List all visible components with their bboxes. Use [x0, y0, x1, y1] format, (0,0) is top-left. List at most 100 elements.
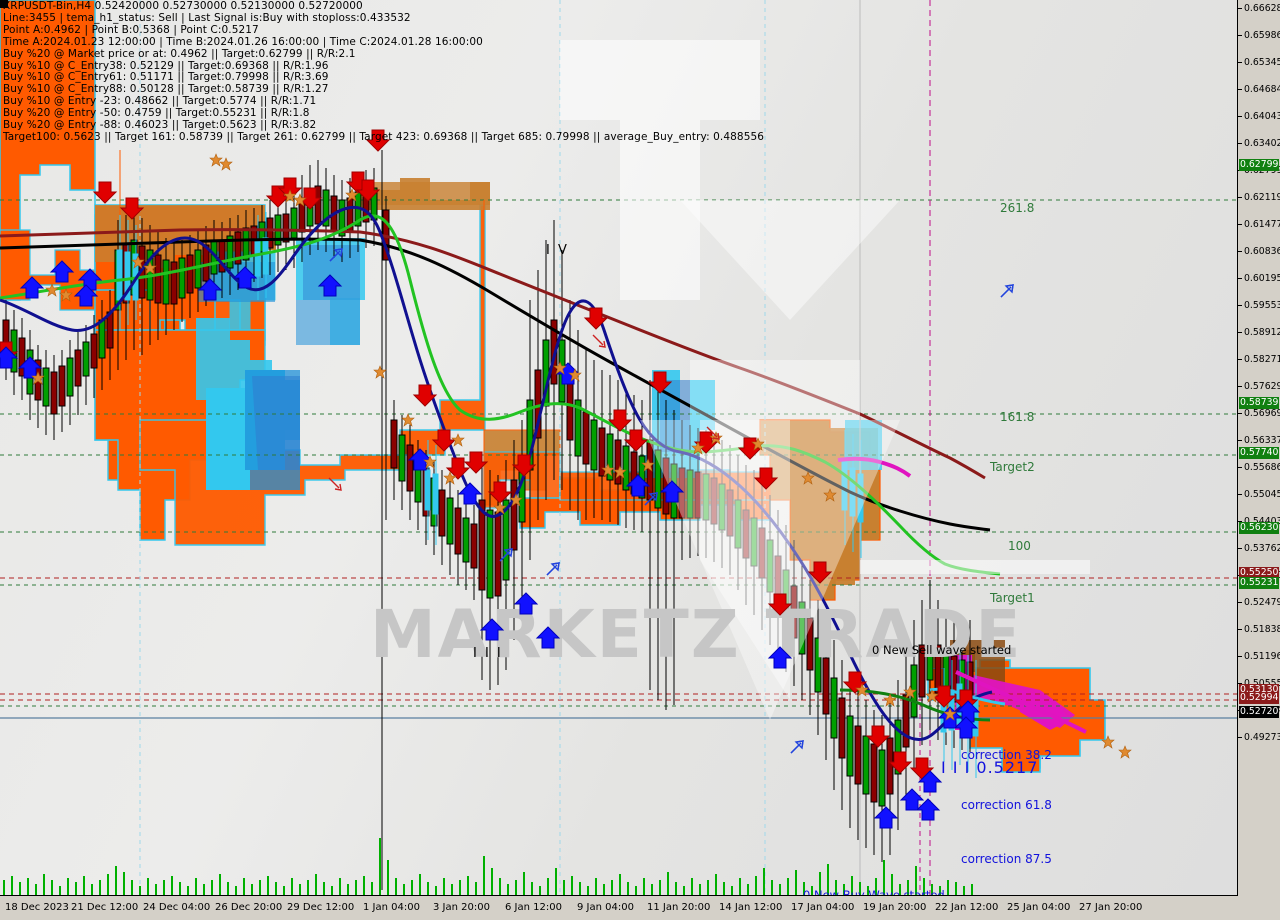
price-tick: 0.55686	[1238, 462, 1280, 473]
sell-arrows	[0, 129, 978, 780]
price-tick-label: 0.49273	[1244, 732, 1280, 743]
price-tick: 0.55045	[1238, 489, 1280, 500]
time-tick-label: 6 Jan 12:00	[505, 902, 562, 913]
price-tick: 0.66628	[1238, 3, 1280, 14]
price-marker-label[interactable]: 0.62799	[1239, 159, 1280, 171]
sell-wave-event-label: 0 New Sell wave started	[872, 643, 1012, 657]
price-tick-label: 0.66628	[1244, 3, 1280, 14]
time-tick-label: 1 Jan 04:00	[363, 902, 420, 913]
price-tick-label: 0.63402	[1244, 138, 1280, 149]
tick-mark	[1238, 602, 1242, 603]
price-tick: 0.51196	[1238, 651, 1280, 662]
price-marker-label[interactable]: 0.57740	[1239, 447, 1280, 459]
price-marker-label[interactable]: 0.52720	[1239, 706, 1280, 718]
price-tick: 0.56969	[1238, 408, 1280, 419]
price-tick-label: 0.55686	[1244, 462, 1280, 473]
price-tick-label: 0.60195	[1244, 273, 1280, 284]
time-tick-label: 9 Jan 04:00	[577, 902, 634, 913]
readout-line: Target100: 0.5623 || Target 161: 0.58739…	[3, 130, 765, 143]
tick-mark	[1238, 629, 1242, 630]
tick-mark	[1238, 440, 1242, 441]
price-tick: 0.65345	[1238, 57, 1280, 68]
price-tick: 0.56337	[1238, 435, 1280, 446]
tick-mark	[1238, 35, 1242, 36]
price-tick: 0.65986	[1238, 30, 1280, 41]
tick-mark	[1238, 413, 1242, 414]
time-tick-label: 25 Jan 04:00	[1007, 902, 1071, 913]
price-marker-label[interactable]: 0.58739	[1239, 397, 1280, 409]
price-tick: 0.63402	[1238, 138, 1280, 149]
tick-mark	[1238, 467, 1242, 468]
tick-mark	[1238, 251, 1242, 252]
price-tick: 0.64684	[1238, 84, 1280, 95]
price-tick: 0.61477	[1238, 219, 1280, 230]
time-tick-label: 17 Jan 04:00	[791, 902, 855, 913]
price-tick: 0.49273	[1238, 732, 1280, 743]
price-tick-label: 0.65986	[1244, 30, 1280, 41]
tick-mark	[1238, 332, 1242, 333]
tick-mark	[1238, 116, 1242, 117]
tick-mark	[1238, 737, 1242, 738]
chart-readout-panel: XRPUSDT-Bin,H4 0.52420000 0.52730000 0.5…	[0, 0, 764, 144]
tick-mark	[1238, 305, 1242, 306]
price-tick-label: 0.51838	[1244, 624, 1280, 635]
price-tick-label: 0.59553	[1244, 300, 1280, 311]
target2-label: Target2	[990, 460, 1035, 474]
price-tick-label: 0.65345	[1244, 57, 1280, 68]
time-tick-label: 3 Jan 20:00	[433, 902, 490, 913]
price-tick-label: 0.64684	[1244, 84, 1280, 95]
tick-mark	[1238, 62, 1242, 63]
tick-mark	[1238, 8, 1242, 9]
price-axis[interactable]: 0.66628 0.65986 0.65345 0.64684 0.64043 0.634…	[1237, 0, 1280, 896]
time-tick-label: 26 Dec 20:00	[215, 902, 283, 913]
price-tick-label: 0.51196	[1244, 651, 1280, 662]
price-tick-label: 0.56337	[1244, 435, 1280, 446]
price-tick-label: 0.60836	[1244, 246, 1280, 257]
fib-label-2618: 261.8	[1000, 201, 1035, 215]
fib-label-1618: 161.8	[1000, 410, 1035, 424]
price-tick-label: 0.52479	[1244, 597, 1280, 608]
price-tick: 0.52479	[1238, 597, 1280, 608]
star-markers	[31, 153, 1132, 759]
price-tick: 0.57629	[1238, 381, 1280, 392]
readout-line: Point A:0.4962 | Point B:0.5368 | Point …	[3, 23, 259, 36]
price-tick-label: 0.56969	[1244, 408, 1280, 419]
time-tick-label: 24 Dec 04:00	[143, 902, 211, 913]
time-tick-label: 27 Jan 20:00	[1079, 902, 1143, 913]
price-tick: 0.62119	[1238, 192, 1280, 203]
tick-mark	[1238, 386, 1242, 387]
tick-mark	[1238, 548, 1242, 549]
price-tick: 0.53762	[1238, 543, 1280, 554]
price-tick-label: 0.53762	[1244, 543, 1280, 554]
time-tick-label: 29 Dec 12:00	[287, 902, 355, 913]
correction-618-label: correction 61.8	[961, 798, 1052, 812]
readout-line: Buy %20 @ Market price or at: 0.4962 || …	[3, 47, 356, 60]
price-tick: 0.58912	[1238, 327, 1280, 338]
buy-arrows	[0, 260, 980, 829]
tick-mark	[1238, 224, 1242, 225]
price-marker-label[interactable]: 0.56230	[1239, 522, 1280, 534]
tick-mark	[1238, 89, 1242, 90]
price-tick-label: 0.61477	[1244, 219, 1280, 230]
price-marker-label[interactable]: 0.55231	[1239, 577, 1280, 589]
price-tick-label: 0.58271	[1244, 354, 1280, 365]
tick-mark	[1238, 143, 1242, 144]
trading-chart-window[interactable]: MARKETZ TRADE 261.8 161.8 Target2 100 Ta…	[0, 0, 1280, 920]
price-marker-label[interactable]: 0.52994	[1239, 692, 1280, 704]
price-tick-label: 0.55045	[1244, 489, 1280, 500]
chart-plot-area[interactable]: MARKETZ TRADE 261.8 161.8 Target2 100 Ta…	[0, 0, 1238, 896]
tick-mark	[1238, 656, 1242, 657]
price-tick: 0.58271	[1238, 354, 1280, 365]
time-tick-label: 19 Jan 20:00	[863, 902, 927, 913]
price-tick-label: 0.58912	[1244, 327, 1280, 338]
time-tick-label: 14 Jan 12:00	[719, 902, 783, 913]
tick-mark	[1238, 278, 1242, 279]
time-tick-label: 21 Dec 12:00	[71, 902, 139, 913]
tick-mark	[1238, 197, 1242, 198]
price-tick-label: 0.64043	[1244, 111, 1280, 122]
price-tick-label: 0.62119	[1244, 192, 1280, 203]
wave-label-iii: I I I	[473, 646, 503, 661]
time-axis[interactable]: 18 Dec 2023 21 Dec 12:00 24 Dec 04:00 26 De…	[0, 895, 1238, 920]
readout-line: Time A:2024.01.23 12:00:00 | Time B:2024…	[3, 35, 483, 48]
time-tick-label: 11 Jan 20:00	[647, 902, 711, 913]
